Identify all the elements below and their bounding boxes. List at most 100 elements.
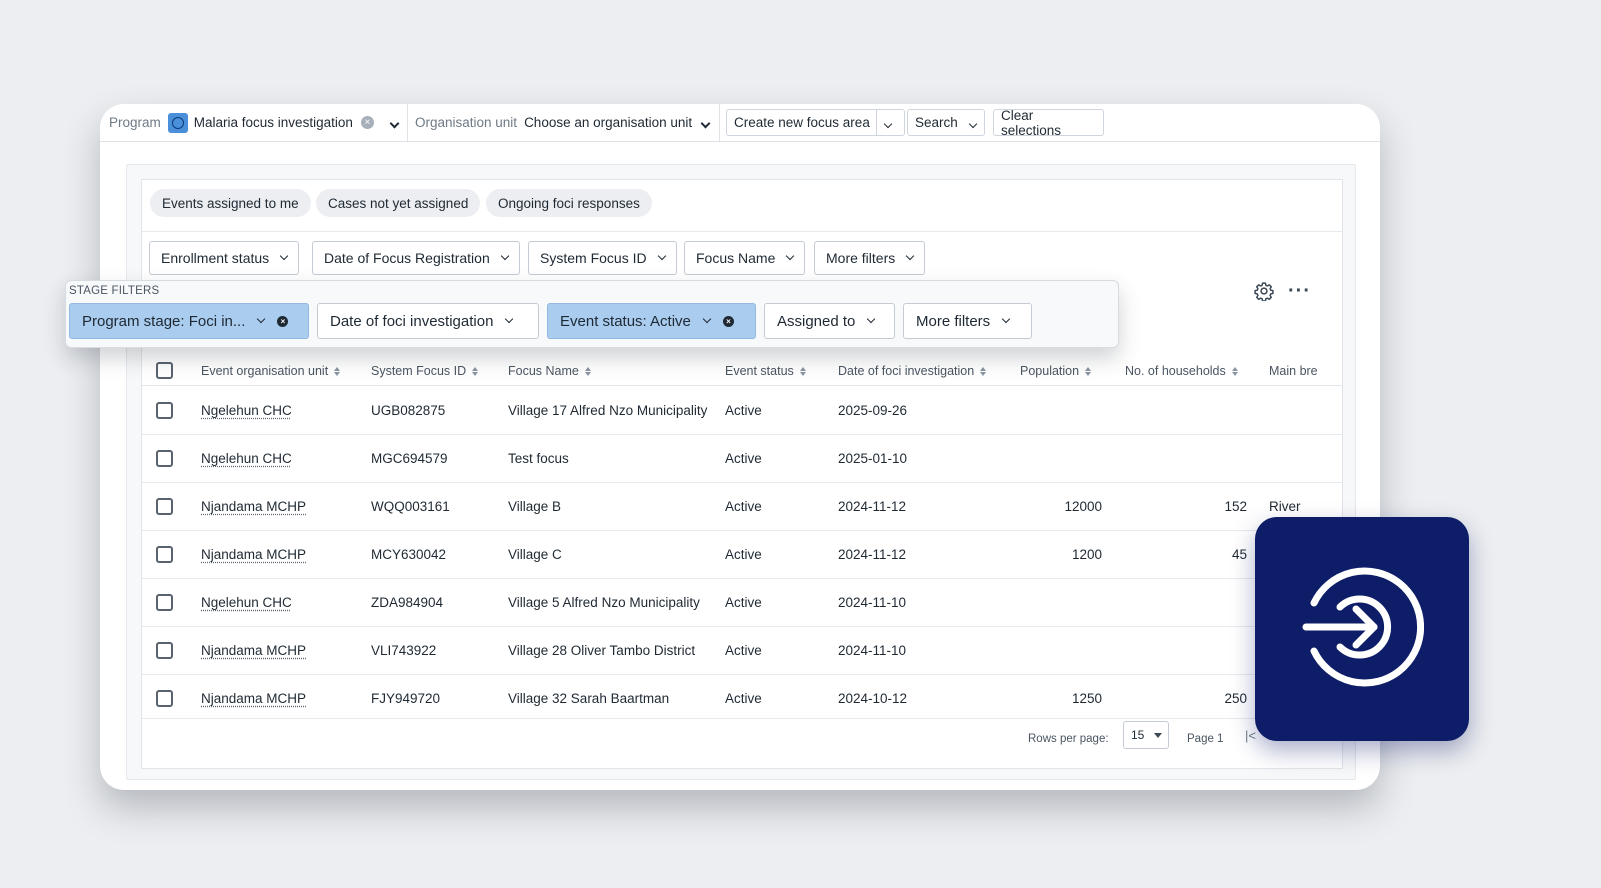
- column-header[interactable]: Population: [1020, 356, 1092, 386]
- sort-icon: [584, 366, 591, 376]
- households-cell: 152: [1224, 499, 1247, 514]
- clear-selections-button[interactable]: Clear selections: [993, 108, 1104, 138]
- sort-icon: [334, 366, 341, 376]
- program-selector[interactable]: Program Malaria focus investigation ×: [109, 104, 400, 141]
- filter-more[interactable]: More filters: [814, 241, 926, 275]
- households-cell: 45: [1231, 547, 1247, 562]
- column-header[interactable]: Event status: [725, 356, 806, 386]
- rows-per-page-select[interactable]: 15: [1123, 721, 1169, 749]
- filter-event-status[interactable]: Event status: Active ×: [547, 303, 756, 339]
- chevron-down-icon: [968, 115, 978, 130]
- filter-label: More filters: [916, 312, 991, 330]
- status-cell: Active: [725, 403, 762, 418]
- filter-program-stage[interactable]: Program stage: Foci in... ×: [69, 303, 309, 339]
- date-cell: 2025-09-26: [838, 403, 908, 418]
- caret-down-icon: [1154, 732, 1163, 738]
- table-row[interactable]: Njandama MCHP MCY630042 Village C Active…: [142, 531, 1342, 579]
- column-header[interactable]: Main bre: [1269, 356, 1342, 386]
- chip-ongoing-foci[interactable]: Ongoing foci responses: [486, 189, 652, 217]
- column-header[interactable]: Focus Name: [508, 356, 591, 386]
- filter-label: Date of foci investigation: [330, 312, 494, 330]
- filter-stage-more[interactable]: More filters: [903, 303, 1032, 339]
- filter-label: Focus Name: [696, 250, 776, 266]
- separator: [719, 104, 720, 141]
- program-label: Program: [109, 115, 161, 130]
- org-unit-cell[interactable]: Njandama MCHP: [201, 483, 306, 530]
- more-dots-icon[interactable]: ···: [1288, 280, 1311, 303]
- gear-icon[interactable]: [1254, 281, 1274, 301]
- table-row[interactable]: Ngelehun CHC MGC694579 Test focus Active…: [142, 435, 1342, 483]
- chevron-down-icon: [279, 251, 289, 261]
- date-cell: 2025-01-10: [838, 451, 908, 466]
- orgunit-label: Organisation unit: [415, 115, 518, 130]
- table-row[interactable]: Njandama MCHP VLI743922 Village 28 Olive…: [142, 627, 1342, 675]
- filter-date-foci-investigation[interactable]: Date of foci investigation: [317, 303, 539, 339]
- top-bar: Program Malaria focus investigation × Or…: [100, 104, 1380, 142]
- date-cell: 2024-10-12: [838, 691, 908, 706]
- row-checkbox[interactable]: [156, 546, 173, 563]
- focus-id-cell: MGC694579: [371, 451, 448, 466]
- search-button[interactable]: Search: [907, 109, 985, 136]
- column-header[interactable]: System Focus ID: [371, 356, 479, 386]
- status-cell: Active: [725, 547, 762, 562]
- filter-label: Program stage: Foci in...: [82, 312, 246, 330]
- date-cell: 2024-11-12: [838, 547, 907, 562]
- filter-focus-name[interactable]: Focus Name: [684, 241, 806, 275]
- households-cell: [1147, 435, 1247, 482]
- org-unit-cell[interactable]: Ngelehun CHC: [201, 387, 292, 434]
- create-focus-area-button[interactable]: Create new focus area: [726, 109, 905, 136]
- focus-name-cell: Village 28 Oliver Tambo District: [508, 643, 696, 658]
- org-unit-cell[interactable]: Njandama MCHP: [201, 675, 306, 722]
- table-row[interactable]: Ngelehun CHC UGB082875 Village 17 Alfred…: [142, 387, 1342, 435]
- filter-date-focus-registration[interactable]: Date of Focus Registration: [312, 241, 520, 275]
- org-unit-cell[interactable]: Njandama MCHP: [201, 627, 306, 674]
- chevron-down-icon: [867, 314, 876, 324]
- row-checkbox[interactable]: [156, 450, 173, 467]
- row-checkbox[interactable]: [156, 642, 173, 659]
- focus-id-cell: ZDA984904: [371, 595, 444, 610]
- filter-enrollment-status[interactable]: Enrollment status: [149, 241, 300, 275]
- focus-name-cell: Test focus: [508, 451, 569, 466]
- table-row[interactable]: Ngelehun CHC ZDA984904 Village 5 Alfred …: [142, 579, 1342, 627]
- table-row[interactable]: Njandama MCHP FJY949720 Village 32 Sarah…: [142, 675, 1342, 723]
- row-checkbox[interactable]: [156, 690, 173, 707]
- chevron-down-icon[interactable]: [389, 115, 400, 130]
- orgunit-selector[interactable]: Organisation unit Choose an organisation…: [415, 104, 711, 141]
- program-value: Malaria focus investigation: [193, 115, 353, 130]
- table-header: Event organisation unit System Focus ID …: [142, 356, 1342, 386]
- row-checkbox[interactable]: [156, 594, 173, 611]
- chip-cases-not-assigned[interactable]: Cases not yet assigned: [316, 189, 481, 217]
- chevron-down-icon: [1001, 314, 1011, 324]
- chip-label: Events assigned to me: [162, 195, 299, 211]
- sort-icon: [472, 366, 479, 376]
- chevron-down-icon[interactable]: [883, 115, 893, 130]
- first-page-icon[interactable]: |<: [1245, 728, 1256, 743]
- focus-id-cell: FJY949720: [371, 691, 441, 706]
- app-window: Program Malaria focus investigation × Or…: [100, 104, 1380, 790]
- chip-events-assigned[interactable]: Events assigned to me: [150, 189, 311, 217]
- row-checkbox[interactable]: [156, 498, 173, 515]
- stage-filters-panel: STAGE FILTERS Program stage: Foci in... …: [65, 280, 1119, 348]
- clear-filter-icon[interactable]: ×: [722, 315, 734, 327]
- column-header[interactable]: Event organisation unit: [201, 356, 341, 386]
- sort-icon: [1231, 366, 1238, 376]
- households-cell: [1147, 627, 1247, 674]
- clear-program-icon[interactable]: ×: [360, 116, 374, 129]
- row-checkbox[interactable]: [156, 402, 173, 419]
- pagination-footer: Rows per page: 15 Page 1 |<: [142, 718, 1342, 768]
- org-unit-cell[interactable]: Ngelehun CHC: [201, 435, 292, 482]
- column-header[interactable]: No. of households: [1125, 356, 1238, 386]
- filter-assigned-to[interactable]: Assigned to: [764, 303, 895, 339]
- table-row[interactable]: Njandama MCHP WQQ003161 Village B Active…: [142, 483, 1342, 531]
- chevron-down-icon[interactable]: [700, 115, 711, 130]
- column-header[interactable]: Date of foci investigation: [838, 356, 987, 386]
- login-arrow-icon: [1302, 567, 1424, 687]
- sort-icon: [980, 366, 987, 376]
- filter-label: Date of Focus Registration: [324, 250, 490, 266]
- filter-system-focus-id[interactable]: System Focus ID: [528, 241, 677, 275]
- org-unit-cell[interactable]: Njandama MCHP: [201, 531, 306, 578]
- clear-filter-icon[interactable]: ×: [277, 315, 289, 327]
- population-cell: [1022, 435, 1102, 482]
- org-unit-cell[interactable]: Ngelehun CHC: [201, 579, 292, 626]
- select-all-checkbox[interactable]: [156, 362, 173, 379]
